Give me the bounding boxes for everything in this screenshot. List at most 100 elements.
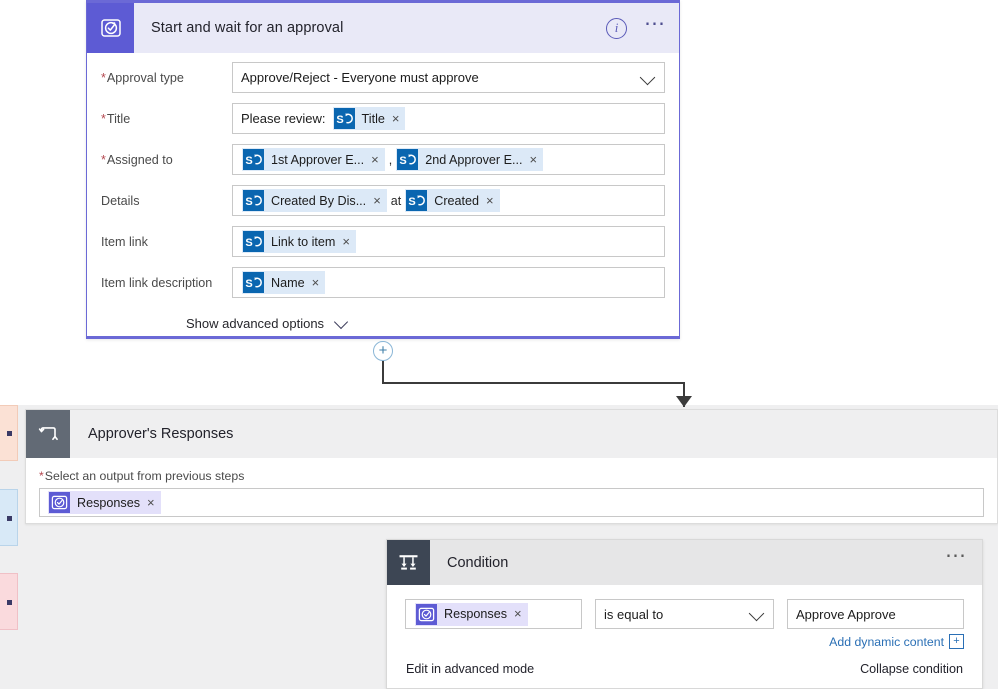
close-icon[interactable]: × bbox=[486, 194, 494, 207]
responses-output-input[interactable]: Responses × bbox=[39, 488, 984, 517]
add-dynamic-content-link[interactable]: Add dynamic content bbox=[829, 635, 944, 649]
field-token-input[interactable]: S Created By Dis... × at S Created × bbox=[232, 185, 665, 216]
condition-card-title: Condition bbox=[447, 554, 509, 571]
show-advanced-options-toggle[interactable]: Show advanced options bbox=[87, 308, 679, 331]
approvers-responses-card[interactable]: Approver's Responses *Select an output f… bbox=[25, 409, 998, 524]
field-token-input[interactable]: S Link to item × bbox=[232, 226, 665, 257]
field-label-text: Item link description bbox=[101, 276, 213, 290]
condition-branch-icon bbox=[387, 540, 430, 585]
plus-box-icon[interactable]: + bbox=[949, 634, 964, 649]
collapse-condition-link[interactable]: Collapse condition bbox=[860, 662, 963, 676]
responses-card-body: *Select an output from previous steps Re… bbox=[26, 458, 997, 517]
chevron-down-icon bbox=[333, 314, 349, 329]
dynamic-content-token[interactable]: S 2nd Approver E... × bbox=[396, 148, 544, 171]
field-label: Item link bbox=[101, 226, 232, 250]
chevron-down-icon bbox=[748, 605, 765, 622]
field-label: *Assigned to bbox=[101, 144, 232, 168]
condition-right-operand-value: Approve Approve bbox=[796, 606, 896, 622]
token-label: Created bbox=[434, 193, 480, 208]
form-row-approval-type: *Approval type Approve/Reject - Everyone … bbox=[87, 62, 679, 93]
close-icon[interactable]: × bbox=[371, 153, 379, 166]
dynamic-content-token[interactable]: Responses × bbox=[48, 491, 161, 514]
add-step-button[interactable]: + bbox=[373, 341, 393, 361]
field-label-text: Item link bbox=[101, 235, 148, 249]
approval-form: *Approval type Approve/Reject - Everyone … bbox=[87, 53, 679, 298]
connector-line-horizontal bbox=[382, 382, 685, 384]
condition-card[interactable]: Condition ⋯ Responses × is equal to Appro… bbox=[386, 539, 983, 689]
edit-advanced-mode-link[interactable]: Edit in advanced mode bbox=[406, 662, 534, 676]
condition-expression-row: Responses × is equal to Approve Approve bbox=[405, 599, 964, 629]
field-value: Approve/Reject - Everyone must approve bbox=[241, 70, 479, 85]
form-row-item-link: Item link S Link to item × bbox=[87, 226, 679, 257]
dynamic-content-token[interactable]: S Created By Dis... × bbox=[242, 189, 387, 212]
approval-card-header-actions: i ⋯ bbox=[606, 3, 667, 53]
responses-field-label: *Select an output from previous steps bbox=[39, 469, 984, 483]
field-dropdown[interactable]: Approve/Reject - Everyone must approve bbox=[232, 62, 665, 93]
svg-text:S: S bbox=[245, 196, 252, 208]
edge-card-glyph bbox=[7, 516, 12, 521]
token-label: Responses bbox=[444, 607, 508, 621]
field-prefix-text: Please review: bbox=[241, 111, 326, 126]
condition-operator-dropdown[interactable]: is equal to bbox=[595, 599, 774, 629]
edge-card-glyph bbox=[7, 431, 12, 436]
responses-card-title: Approver's Responses bbox=[88, 426, 234, 442]
svg-text:S: S bbox=[409, 196, 416, 208]
field-token-input[interactable]: S 1st Approver E... ×, S 2nd Approver E... × bbox=[232, 144, 665, 175]
token-label: Link to item bbox=[271, 234, 336, 249]
form-row-assigned-to: *Assigned to S 1st Approver E... ×, S 2nd App… bbox=[87, 144, 679, 175]
info-icon[interactable]: i bbox=[606, 17, 627, 39]
approval-check-icon bbox=[87, 3, 134, 53]
field-token-input[interactable]: S Name × bbox=[232, 267, 665, 298]
form-row-title: *Title Please review: S Title × bbox=[87, 103, 679, 134]
svg-text:S: S bbox=[400, 155, 407, 167]
form-row-item-link-description: Item link description S Name × bbox=[87, 267, 679, 298]
field-label: *Title bbox=[101, 103, 232, 127]
close-icon[interactable]: × bbox=[514, 607, 522, 620]
dynamic-content-token[interactable]: S Name × bbox=[242, 271, 326, 294]
dynamic-content-token[interactable]: S Title × bbox=[332, 107, 406, 130]
edge-card-pink[interactable] bbox=[0, 573, 18, 630]
edge-card-peach[interactable] bbox=[0, 405, 18, 461]
token-label: 2nd Approver E... bbox=[425, 152, 523, 167]
close-icon[interactable]: × bbox=[392, 112, 400, 125]
approval-action-card[interactable]: Start and wait for an approval i ⋯ *Appr… bbox=[86, 0, 680, 339]
required-indicator: * bbox=[39, 469, 44, 483]
flow-designer-canvas: Start and wait for an approval i ⋯ *Appr… bbox=[0, 0, 998, 689]
approval-card-header: Start and wait for an approval i ⋯ bbox=[87, 3, 679, 53]
svg-text:S: S bbox=[245, 278, 252, 290]
close-icon[interactable]: × bbox=[530, 153, 538, 166]
field-label-text: Approval type bbox=[106, 71, 184, 85]
close-icon[interactable]: × bbox=[147, 496, 155, 509]
required-indicator: * bbox=[101, 153, 106, 167]
edge-card-blue[interactable] bbox=[0, 489, 18, 546]
token-label: Responses bbox=[77, 495, 141, 510]
token-separator: at bbox=[390, 193, 402, 208]
required-indicator: * bbox=[101, 71, 106, 85]
close-icon[interactable]: × bbox=[342, 235, 350, 248]
close-icon[interactable]: × bbox=[312, 276, 320, 289]
field-label: Item link description bbox=[101, 267, 232, 291]
dynamic-content-token[interactable]: S 1st Approver E... × bbox=[242, 148, 385, 171]
condition-right-operand-input[interactable]: Approve Approve bbox=[787, 599, 964, 629]
dynamic-content-token[interactable]: Responses × bbox=[415, 602, 528, 626]
edge-card-glyph bbox=[7, 600, 12, 605]
svg-text:S: S bbox=[336, 114, 343, 126]
dynamic-content-token[interactable]: S Link to item × bbox=[242, 230, 356, 253]
down-arrow-icon bbox=[676, 396, 692, 407]
condition-card-footer: Edit in advanced mode Collapse condition bbox=[387, 662, 982, 676]
token-label: Name bbox=[271, 275, 305, 290]
condition-card-body: Responses × is equal to Approve Approve A… bbox=[387, 585, 982, 649]
field-token-input[interactable]: Please review: S Title × bbox=[232, 103, 665, 134]
dynamic-content-token[interactable]: S Created × bbox=[405, 189, 500, 212]
apply-to-each-loop-icon bbox=[26, 410, 70, 458]
ellipsis-menu-icon[interactable]: ⋯ bbox=[644, 13, 667, 37]
ellipsis-menu-icon[interactable]: ⋯ bbox=[945, 545, 968, 566]
condition-card-header: Condition ⋯ bbox=[387, 540, 982, 585]
condition-operator-value: is equal to bbox=[604, 606, 664, 622]
close-icon[interactable]: × bbox=[373, 194, 381, 207]
field-label: *Approval type bbox=[101, 62, 232, 86]
condition-left-operand-input[interactable]: Responses × bbox=[405, 599, 582, 629]
token-separator: , bbox=[388, 152, 393, 167]
field-label-text: Details bbox=[101, 194, 140, 208]
add-dynamic-content-group[interactable]: Add dynamic content + bbox=[829, 634, 964, 649]
